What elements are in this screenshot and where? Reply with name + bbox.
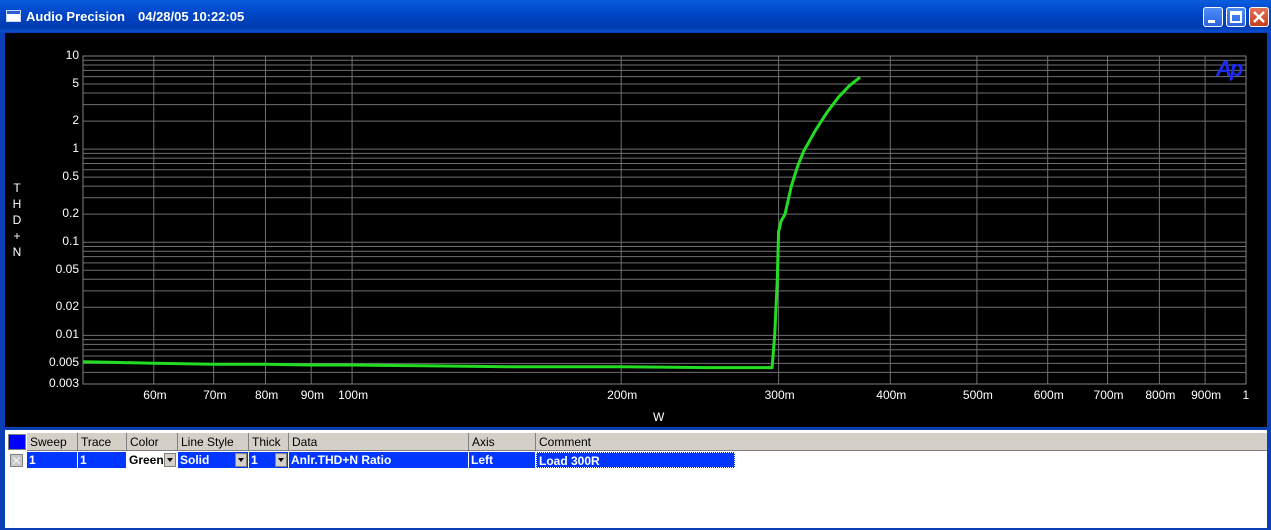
y-tick-label: 1 xyxy=(72,141,79,156)
chevron-down-icon[interactable] xyxy=(275,453,287,467)
cell-data-value: Anlr.THD+N Ratio xyxy=(291,453,392,467)
header-comment[interactable]: Comment xyxy=(536,433,736,451)
cell-data[interactable]: Anlr.THD+N Ratio xyxy=(289,452,469,468)
x-tick-label: 100m xyxy=(338,388,369,402)
y-axis-label-char: T xyxy=(13,181,21,195)
header-filler xyxy=(735,433,1267,451)
thick-value: 1 xyxy=(251,453,258,467)
y-tick-label: 0.005 xyxy=(48,355,79,370)
y-axis-label: T H D + N xyxy=(11,180,23,260)
x-axis-label: W xyxy=(653,410,665,424)
cell-axis-value: Left xyxy=(471,453,493,467)
y-axis-label-char: + xyxy=(13,229,21,243)
x-tick-label: 700m xyxy=(1093,388,1124,402)
x-tick-label: 800m xyxy=(1145,388,1176,402)
cell-trace-value: 1 xyxy=(80,453,87,467)
y-tick-label: 0.2 xyxy=(62,206,79,221)
header-axis[interactable]: Axis xyxy=(469,433,536,451)
x-tick-label: 60m xyxy=(143,388,167,402)
line-style-dropdown[interactable]: Solid xyxy=(178,452,249,468)
chevron-down-icon[interactable] xyxy=(164,453,176,467)
x-tick-label: 80m xyxy=(254,388,279,402)
y-tick-label: 0.05 xyxy=(55,262,79,277)
plot-border xyxy=(82,55,1247,385)
y-tick-label: 0.01 xyxy=(55,327,79,342)
color-dropdown[interactable]: Green xyxy=(127,452,178,468)
cell-comment-value: Load 300R xyxy=(539,454,600,468)
cell-sweep[interactable]: 1 xyxy=(27,452,78,468)
y-axis-label-char: N xyxy=(12,245,22,259)
header-line-style[interactable]: Line Style xyxy=(178,433,249,451)
cell-axis[interactable]: Left xyxy=(469,452,536,468)
x-tick-label: 1 xyxy=(1242,388,1250,402)
x-tick-label: 600m xyxy=(1033,388,1064,402)
header-thick[interactable]: Thick xyxy=(249,433,289,451)
cell-comment[interactable]: Load 300R xyxy=(536,452,735,468)
y-axis-label-char: D xyxy=(12,213,22,227)
color-value: Green xyxy=(129,453,164,467)
chevron-down-icon[interactable] xyxy=(235,453,247,467)
x-tick-label: 900m xyxy=(1191,388,1222,402)
x-tick-label: 300m xyxy=(764,388,795,402)
y-axis-label-char: H xyxy=(12,197,22,211)
y-tick-label: 0.5 xyxy=(62,169,79,184)
y-tick-label: 0.003 xyxy=(48,376,79,390)
x-tick-label: 200m xyxy=(607,388,638,402)
header-data[interactable]: Data xyxy=(289,433,469,451)
x-tick-label: 70m xyxy=(203,388,227,402)
thick-dropdown[interactable]: 1 xyxy=(249,452,289,468)
cell-trace[interactable]: 1 xyxy=(78,452,127,468)
header-sweep[interactable]: Sweep xyxy=(27,433,78,451)
line-style-value: Solid xyxy=(180,453,210,467)
cell-sweep-value: 1 xyxy=(29,453,36,467)
header-trace[interactable]: Trace xyxy=(78,433,127,451)
ap-logo: Ap xyxy=(1216,56,1243,81)
y-tick-label: 10 xyxy=(65,48,79,62)
select-all-header[interactable] xyxy=(8,434,26,450)
y-tick-label: 0.1 xyxy=(62,234,79,249)
y-tick-label: 5 xyxy=(72,76,79,91)
x-tick-label: 400m xyxy=(876,388,907,402)
y-tick-label: 0.02 xyxy=(55,299,79,314)
y-tick-label: 2 xyxy=(72,113,79,128)
x-tick-label: 500m xyxy=(962,388,993,402)
trace-enable-checkbox[interactable] xyxy=(10,454,23,467)
header-color[interactable]: Color xyxy=(127,433,178,451)
x-tick-label: 90m xyxy=(300,388,325,402)
